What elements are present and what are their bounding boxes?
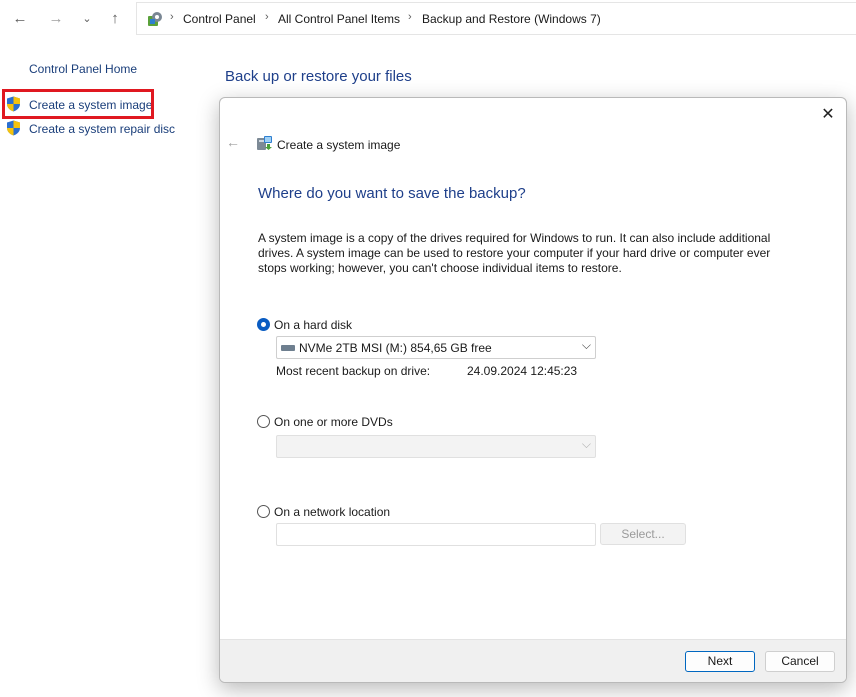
- hard-drive-icon: [281, 345, 295, 351]
- network-location-radio[interactable]: [257, 505, 270, 518]
- cancel-button[interactable]: Cancel: [765, 651, 835, 672]
- control-panel-icon: [148, 12, 162, 26]
- chevron-down-icon: ⌵: [581, 338, 591, 352]
- close-icon[interactable]: ✕: [818, 105, 838, 125]
- page-title: Back up or restore your files: [225, 68, 412, 85]
- dialog-description: A system image is a copy of the drives r…: [258, 231, 771, 275]
- breadcrumb-separator-icon: ›: [408, 11, 412, 23]
- forward-arrow-icon[interactable]: →: [45, 8, 67, 30]
- up-arrow-icon[interactable]: ↑: [104, 8, 126, 30]
- uac-shield-icon: [7, 120, 20, 136]
- breadcrumb-control-panel[interactable]: Control Panel: [183, 12, 256, 26]
- dvd-label[interactable]: On one or more DVDs: [274, 415, 393, 429]
- chevron-down-icon: ⌵: [581, 437, 591, 451]
- navigation-bar: ← → ⌄ ↑ › Control Panel › All Control Pa…: [0, 0, 856, 38]
- hard-disk-radio[interactable]: [257, 318, 270, 331]
- dialog-footer: Next Cancel: [220, 639, 846, 682]
- control-panel-home-link[interactable]: Control Panel Home: [29, 62, 137, 76]
- recent-backup-value: 24.09.2024 12:45:23: [467, 364, 578, 378]
- back-arrow-icon[interactable]: ←: [9, 8, 31, 30]
- breadcrumb-separator-icon: ›: [265, 11, 269, 23]
- breadcrumb-all-control-panel-items[interactable]: All Control Panel Items: [278, 12, 400, 26]
- back-arrow-icon[interactable]: ←: [226, 134, 240, 150]
- dialog-heading: Where do you want to save the backup?: [258, 185, 526, 202]
- dialog-title: Create a system image: [277, 138, 401, 152]
- system-image-icon: [257, 136, 272, 150]
- network-location-input[interactable]: [276, 523, 596, 546]
- dvd-drive-select[interactable]: ⌵: [276, 435, 596, 458]
- highlight-box: [2, 89, 154, 119]
- hard-disk-drive-select[interactable]: NVMe 2TB MSI (M:) 854,65 GB free ⌵: [276, 336, 596, 359]
- recent-backup-label: Most recent backup on drive:: [276, 364, 431, 378]
- breadcrumb-separator-icon: ›: [170, 11, 174, 23]
- create-system-image-dialog: ✕ ← Create a system image Where do you w…: [219, 97, 847, 683]
- next-button[interactable]: Next: [685, 651, 755, 672]
- network-location-label[interactable]: On a network location: [274, 505, 390, 519]
- create-system-repair-disc-link[interactable]: Create a system repair disc: [29, 122, 175, 136]
- address-bar[interactable]: › Control Panel › All Control Panel Item…: [136, 2, 856, 35]
- selected-drive-text: NVMe 2TB MSI (M:) 854,65 GB free: [299, 341, 492, 355]
- recent-locations-chevron-icon[interactable]: ⌄: [76, 8, 98, 30]
- hard-disk-label[interactable]: On a hard disk: [274, 318, 352, 332]
- dvd-radio[interactable]: [257, 415, 270, 428]
- network-select-button[interactable]: Select...: [600, 523, 686, 545]
- breadcrumb-backup-and-restore[interactable]: Backup and Restore (Windows 7): [422, 12, 601, 26]
